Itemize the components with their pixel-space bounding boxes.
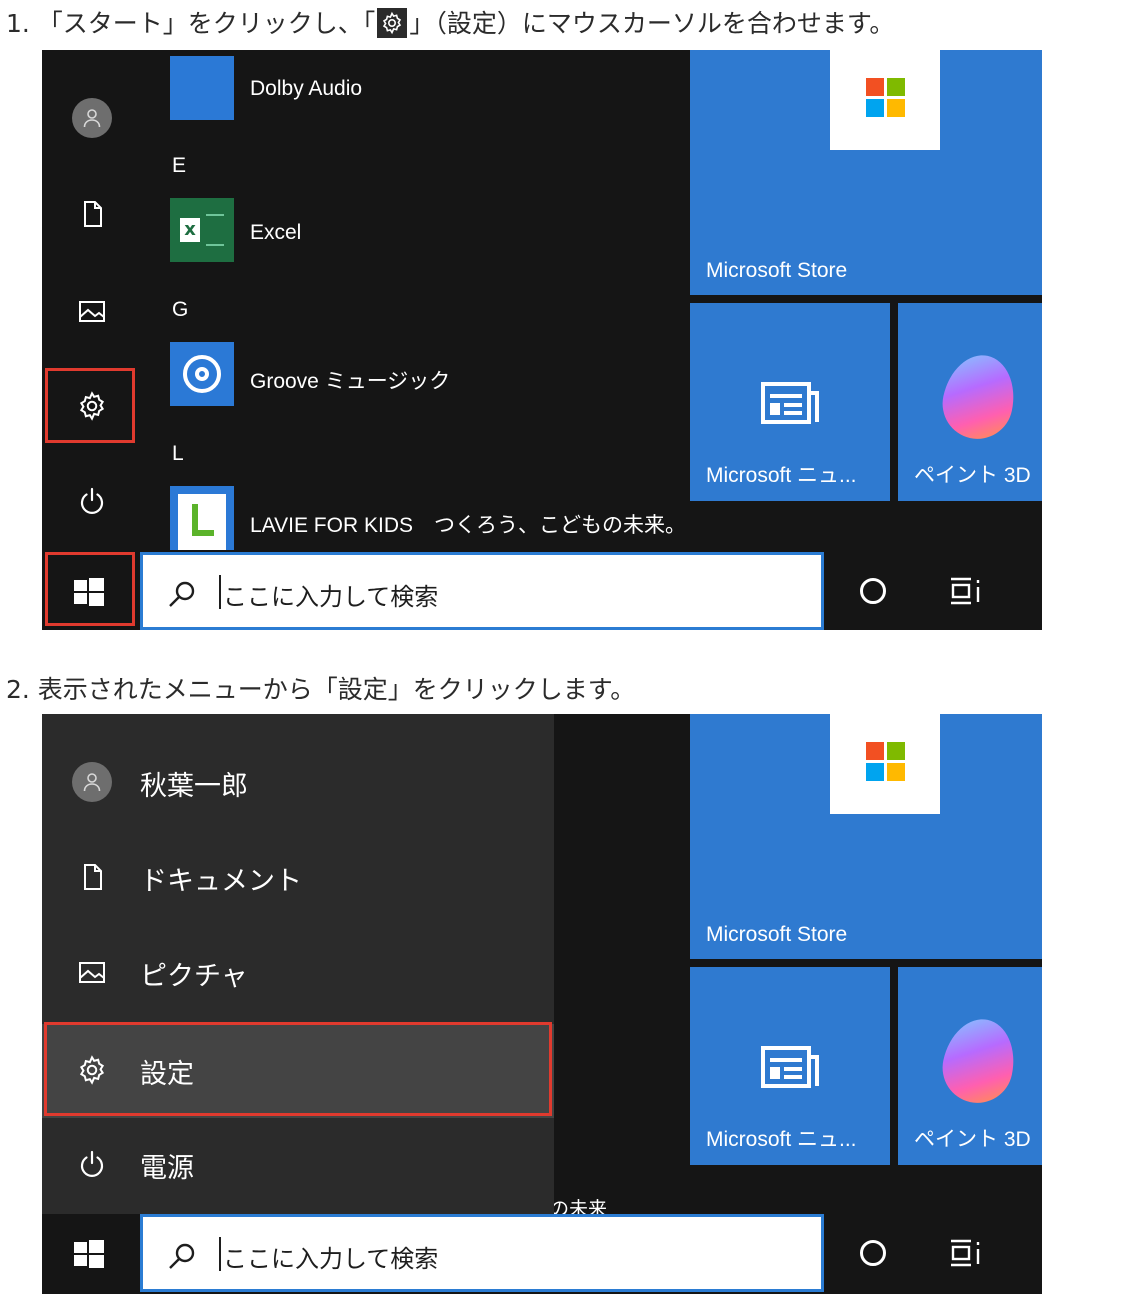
store-bag-icon — [830, 50, 940, 150]
app-name-lavie[interactable]: LAVIE FOR KIDS つくろう、こどもの未来。 — [250, 509, 686, 539]
app-name-groove[interactable]: Groove ミュージック — [250, 365, 450, 395]
app-list-fragment: の未来 — [550, 1198, 608, 1214]
tile-microsoft-news[interactable]: Microsoft ニュ... — [690, 967, 890, 1165]
tile-label-news: Microsoft ニュ... — [706, 1128, 857, 1151]
search-box[interactable]: ここに入力して検索 — [140, 552, 824, 630]
tile-paint-3d[interactable]: ペイント 3D — [898, 303, 1042, 501]
tile-label-news: Microsoft ニュ... — [706, 464, 857, 487]
user-avatar-icon — [72, 762, 112, 802]
store-bag-icon — [830, 714, 940, 814]
search-box[interactable]: ここに入力して検索 — [140, 1214, 824, 1292]
start-highlight-box — [45, 552, 135, 626]
power-icon — [76, 1148, 108, 1180]
user-avatar-icon[interactable] — [72, 98, 112, 138]
step1-text-prefix: 1. 「スタート」をクリックし、「 — [6, 9, 376, 38]
news-icon — [760, 1045, 820, 1093]
app-name-dolby[interactable]: Dolby Audio — [250, 77, 362, 101]
cortana-icon[interactable] — [860, 578, 886, 604]
tile-microsoft-news[interactable]: Microsoft ニュ... — [690, 303, 890, 501]
tile-label-paint3d: ペイント 3D — [914, 464, 1031, 487]
start-menu-expanded-screenshot: Microsoft Store Microsoft ニュ... ペイント 3D … — [42, 714, 1042, 1294]
task-view-icon[interactable] — [948, 576, 984, 610]
text-caret — [219, 575, 221, 609]
taskbar: ここに入力して検索 — [42, 1214, 1042, 1292]
excel-icon[interactable]: x — [170, 198, 234, 262]
taskbar: ここに入力して検索 — [42, 552, 1042, 630]
menu-item-documents[interactable]: ドキュメント — [42, 831, 554, 925]
menu-item-power[interactable]: 電源 — [42, 1118, 554, 1212]
groove-music-icon[interactable] — [170, 342, 234, 406]
app-name-excel[interactable]: Excel — [250, 221, 301, 245]
tile-microsoft-store[interactable]: Microsoft Store — [690, 50, 1042, 295]
section-letter-g[interactable]: G — [172, 298, 188, 322]
news-icon — [760, 381, 820, 429]
start-menu-collapsed-screenshot: Dolby Audio E x Excel G Groove ミュージック L … — [42, 50, 1042, 630]
search-icon — [167, 579, 197, 613]
search-placeholder: ここに入力して検索 — [223, 583, 439, 611]
tile-label-store: Microsoft Store — [706, 923, 848, 946]
pictures-icon — [76, 956, 108, 988]
step2-instruction: 2. 表示されたメニューから「設定」をクリックします。 — [6, 675, 636, 704]
lavie-kids-icon[interactable] — [170, 486, 234, 550]
tile-microsoft-store[interactable]: Microsoft Store — [690, 714, 1042, 959]
tile-label-store: Microsoft Store — [706, 259, 848, 282]
power-icon[interactable] — [76, 485, 108, 517]
pictures-icon[interactable] — [76, 295, 108, 327]
windows-start-icon[interactable] — [74, 1240, 104, 1268]
menu-label-user: 秋葉一郎 — [140, 771, 248, 802]
menu-item-pictures[interactable]: ピクチャ — [42, 926, 554, 1020]
menu-label-pictures: ピクチャ — [140, 961, 248, 992]
section-letter-e[interactable]: E — [172, 154, 186, 178]
text-caret — [219, 1237, 221, 1271]
tile-label-paint3d: ペイント 3D — [914, 1128, 1031, 1151]
dolby-audio-tile-icon[interactable] — [170, 56, 234, 120]
paint-3d-icon — [936, 1012, 1022, 1110]
menu-label-power: 電源 — [140, 1153, 194, 1184]
step1-instruction: 1. 「スタート」をクリックし、「 」（設定）にマウスカーソルを合わせます。 — [6, 7, 894, 41]
start-menu-side-panel: 秋葉一郎 ドキュメント ピクチャ 設定 電源 — [42, 714, 554, 1214]
gear-icon — [377, 8, 408, 38]
menu-label-documents: ドキュメント — [140, 866, 302, 897]
document-icon — [76, 861, 108, 893]
settings-highlight-box — [44, 1022, 552, 1116]
step1-text-suffix: 」（設定）にマウスカーソルを合わせます。 — [409, 9, 895, 38]
document-icon[interactable] — [76, 198, 108, 230]
cortana-icon[interactable] — [860, 1240, 886, 1266]
settings-highlight-box — [45, 368, 135, 443]
menu-item-user[interactable]: 秋葉一郎 — [42, 736, 554, 830]
search-placeholder: ここに入力して検索 — [223, 1245, 439, 1273]
search-icon — [167, 1241, 197, 1275]
paint-3d-icon — [936, 348, 1022, 446]
task-view-icon[interactable] — [948, 1238, 984, 1272]
section-letter-l[interactable]: L — [172, 442, 184, 466]
tile-paint-3d[interactable]: ペイント 3D — [898, 967, 1042, 1165]
